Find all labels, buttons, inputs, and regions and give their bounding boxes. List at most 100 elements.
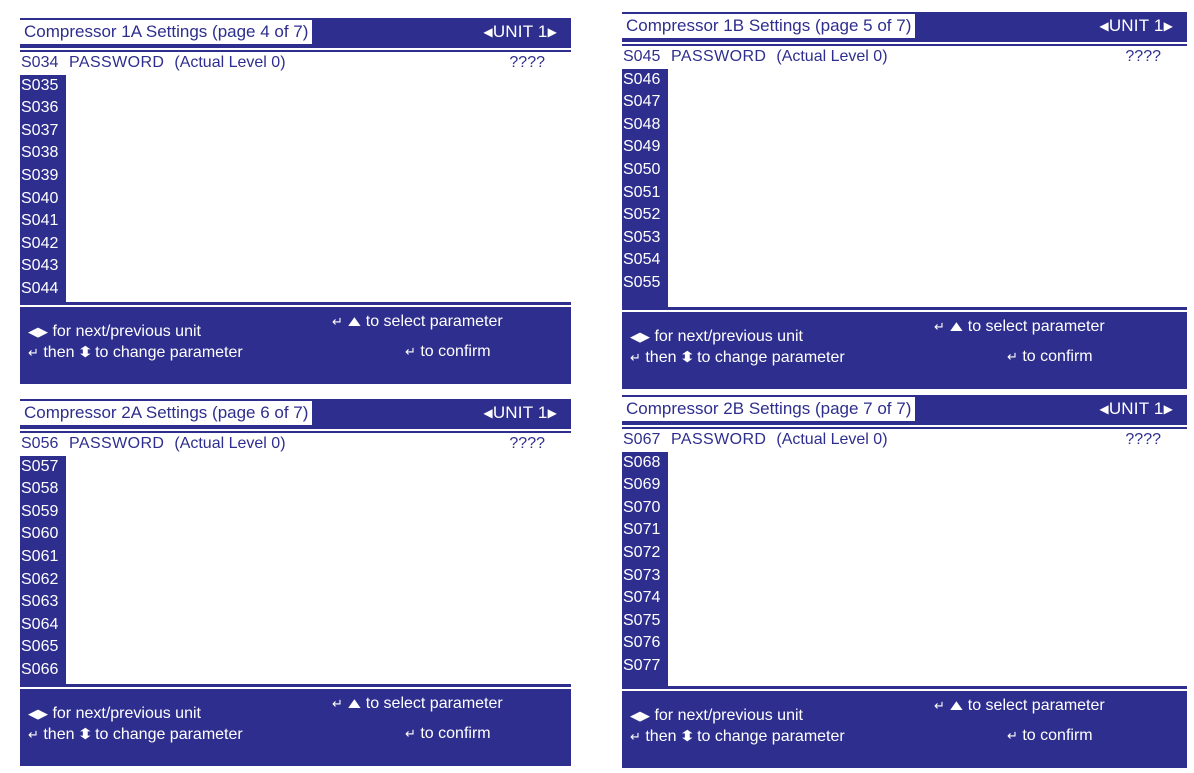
parameter-value[interactable]: ???? bbox=[509, 433, 545, 456]
parameter-code[interactable]: S044 bbox=[20, 278, 66, 301]
title-bar: Compressor 2B Settings (page 7 of 7) ◀UNI… bbox=[622, 395, 1187, 425]
parameter-code[interactable]: S058 bbox=[20, 478, 66, 501]
right-arrow-icon[interactable]: ▶ bbox=[548, 402, 557, 424]
parameter-code[interactable]: S060 bbox=[20, 523, 66, 546]
up-down-arrow-icon: ▲︎ bbox=[945, 318, 967, 335]
parameter-code[interactable]: S039 bbox=[20, 165, 66, 188]
parameter-code[interactable]: S067 bbox=[622, 429, 668, 452]
parameter-code[interactable]: S052 bbox=[622, 204, 668, 227]
unit-selector[interactable]: ◀UNIT 1▶ bbox=[483, 402, 557, 424]
parameter-code[interactable]: S070 bbox=[622, 497, 668, 520]
parameter-code[interactable]: S045 bbox=[622, 46, 668, 69]
parameter-row-password[interactable]: PASSWORD (Actual Level 0) bbox=[671, 429, 888, 452]
left-arrow-icon[interactable]: ◀ bbox=[483, 402, 492, 424]
right-arrow-icon[interactable]: ▶ bbox=[1164, 15, 1173, 37]
unit-selector[interactable]: ◀UNIT 1▶ bbox=[1099, 15, 1173, 37]
help-next: ◀▶ for next/previous unit bbox=[28, 705, 201, 723]
parameter-row-password[interactable]: PASSWORD (Actual Level 0) bbox=[69, 52, 286, 75]
parameter-value[interactable]: ???? bbox=[1125, 46, 1161, 69]
parameter-code[interactable]: S071 bbox=[622, 519, 668, 542]
left-arrow-icon[interactable]: ◀ bbox=[1099, 398, 1108, 420]
unit-selector[interactable]: ◀UNIT 1▶ bbox=[1099, 398, 1173, 420]
parameter-code[interactable]: S064 bbox=[20, 614, 66, 637]
title-bar: Compressor 1B Settings (page 5 of 7) ◀UNI… bbox=[622, 12, 1187, 42]
parameter-code[interactable]: S066 bbox=[20, 659, 66, 682]
parameter-code[interactable]: S051 bbox=[622, 182, 668, 205]
parameter-code[interactable]: S077 bbox=[622, 655, 668, 678]
panel-compressor-1b: Compressor 1B Settings (page 5 of 7) ◀UNI… bbox=[622, 12, 1187, 389]
unit-label: UNIT 1 bbox=[1108, 16, 1164, 35]
parameter-code[interactable]: S056 bbox=[20, 433, 66, 456]
parameter-code[interactable]: S055 bbox=[622, 272, 668, 295]
parameter-row-password[interactable]: PASSWORD (Actual Level 0) bbox=[671, 46, 888, 69]
help-select: ↵▲︎to select parameter bbox=[934, 318, 1105, 336]
right-arrow-icon[interactable]: ▶ bbox=[548, 21, 557, 43]
parameter-code[interactable]: S043 bbox=[20, 255, 66, 278]
parameter-code[interactable]: S068 bbox=[622, 452, 668, 475]
parameter-code[interactable]: S048 bbox=[622, 114, 668, 137]
top-divider bbox=[20, 429, 571, 431]
parameter-codes: S045 S046 S047 S048 S049 S050 S051 S052 S053 S054… bbox=[622, 46, 668, 307]
parameter-code[interactable]: S046 bbox=[622, 69, 668, 92]
parameter-code[interactable]: S040 bbox=[20, 188, 66, 211]
parameter-code[interactable]: S049 bbox=[622, 136, 668, 159]
parameter-code[interactable]: S050 bbox=[622, 159, 668, 182]
help-select-text: to select parameter bbox=[967, 318, 1105, 335]
title-bar: Compressor 2A Settings (page 6 of 7) ◀UNI… bbox=[20, 399, 571, 429]
parameter-code[interactable]: S034 bbox=[20, 52, 66, 75]
help-select-text: to select parameter bbox=[967, 697, 1105, 714]
parameter-name: PASSWORD bbox=[69, 54, 165, 71]
parameter-code[interactable]: S053 bbox=[622, 227, 668, 250]
parameter-code[interactable]: S061 bbox=[20, 546, 66, 569]
parameter-code[interactable]: S036 bbox=[20, 97, 66, 120]
enter-key-icon: ↵ bbox=[332, 314, 343, 329]
parameter-code[interactable]: S075 bbox=[622, 610, 668, 633]
enter-key-icon: ↵ bbox=[630, 729, 641, 744]
help-select-text: to select parameter bbox=[365, 695, 503, 712]
help-change: ↵ then⬍to change parameter bbox=[28, 343, 243, 362]
parameter-code[interactable]: S073 bbox=[622, 565, 668, 588]
parameter-code[interactable]: S037 bbox=[20, 120, 66, 143]
parameter-code[interactable]: S035 bbox=[20, 75, 66, 98]
parameter-code[interactable]: S065 bbox=[20, 636, 66, 659]
screen-title: Compressor 1B Settings (page 5 of 7) bbox=[622, 14, 916, 38]
enter-key-icon: ↵ bbox=[332, 696, 343, 711]
parameter-code[interactable]: S074 bbox=[622, 587, 668, 610]
parameter-code[interactable]: S047 bbox=[622, 91, 668, 114]
parameter-row-password[interactable]: PASSWORD (Actual Level 0) bbox=[69, 433, 286, 456]
parameter-name: PASSWORD bbox=[69, 435, 165, 452]
parameter-value[interactable]: ???? bbox=[509, 52, 545, 75]
parameter-level: (Actual Level 0) bbox=[776, 431, 888, 448]
help-change: ↵ then⬍to change parameter bbox=[28, 725, 243, 744]
parameter-code[interactable]: S041 bbox=[20, 210, 66, 233]
parameter-codes: S067 S068 S069 S070 S071 S072 S073 S074 S075 S076… bbox=[622, 429, 668, 686]
parameter-code[interactable]: S063 bbox=[20, 591, 66, 614]
help-then-text: then bbox=[43, 344, 75, 361]
help-then-text: then bbox=[645, 349, 677, 366]
unit-label: UNIT 1 bbox=[492, 403, 548, 422]
parameter-code[interactable]: S042 bbox=[20, 233, 66, 256]
bottom-divider bbox=[20, 687, 571, 689]
parameter-code[interactable]: S069 bbox=[622, 474, 668, 497]
help-select-text: to select parameter bbox=[365, 313, 503, 330]
parameter-level: (Actual Level 0) bbox=[174, 435, 286, 452]
parameter-code[interactable]: S057 bbox=[20, 456, 66, 479]
parameter-code[interactable]: S062 bbox=[20, 569, 66, 592]
parameter-list: S056 S057 S058 S059 S060 S061 S062 S063 S064 S065… bbox=[20, 433, 571, 684]
right-arrow-icon[interactable]: ▶ bbox=[1164, 398, 1173, 420]
help-next-text: for next/previous unit bbox=[654, 707, 803, 724]
left-arrow-icon[interactable]: ◀ bbox=[483, 21, 492, 43]
unit-selector[interactable]: ◀UNIT 1▶ bbox=[483, 21, 557, 43]
parameter-code[interactable]: S059 bbox=[20, 501, 66, 524]
parameter-value[interactable]: ???? bbox=[1125, 429, 1161, 452]
up-down-arrow-icon: ▲︎ bbox=[343, 695, 365, 712]
parameter-list: S067 S068 S069 S070 S071 S072 S073 S074 S075 S076… bbox=[622, 429, 1187, 686]
parameter-code[interactable]: S072 bbox=[622, 542, 668, 565]
parameter-code[interactable]: S054 bbox=[622, 249, 668, 272]
title-bar: Compressor 1A Settings (page 4 of 7) ◀UNI… bbox=[20, 18, 571, 48]
help-change-text: to change parameter bbox=[697, 728, 845, 745]
parameter-code[interactable]: S076 bbox=[622, 632, 668, 655]
left-right-triangle-icon: ◀▶ bbox=[28, 706, 48, 721]
parameter-code[interactable]: S038 bbox=[20, 142, 66, 165]
left-arrow-icon[interactable]: ◀ bbox=[1099, 15, 1108, 37]
